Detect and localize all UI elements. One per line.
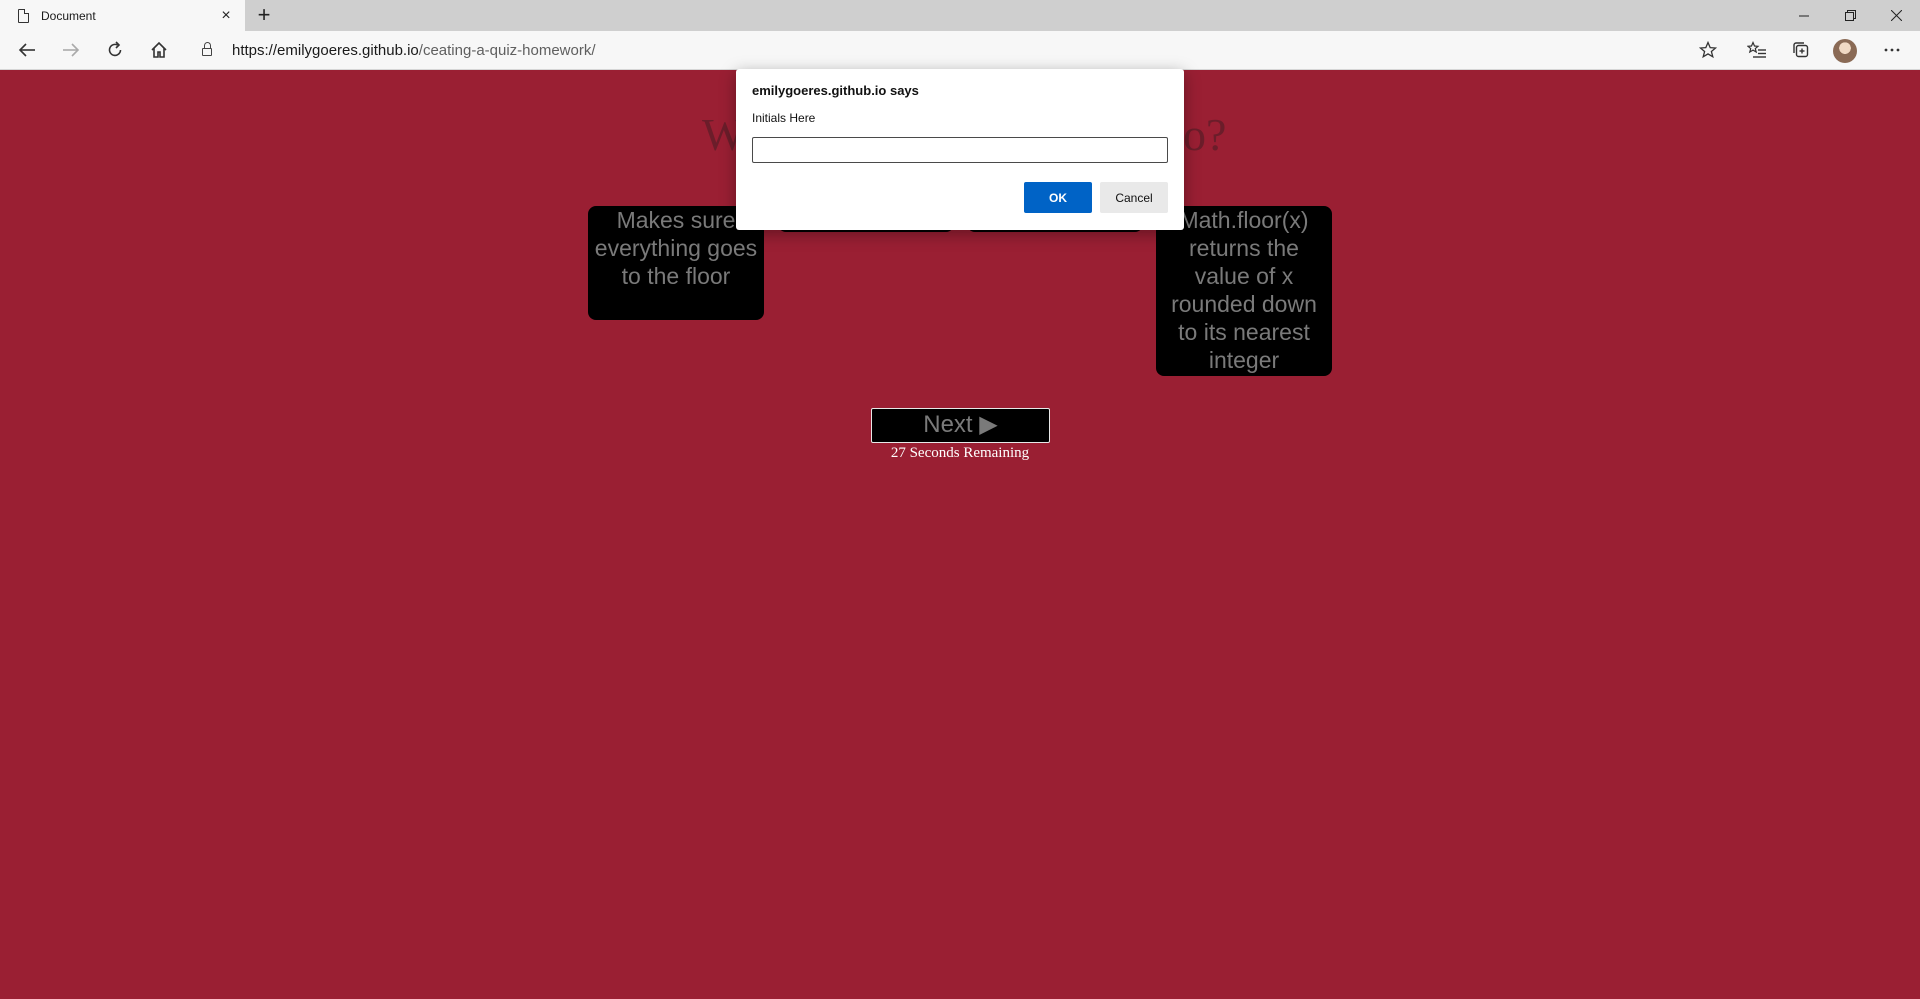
browser-toolbar: https://emilygoeres.github.io/ceating-a-…	[0, 31, 1920, 70]
tab-title: Document	[41, 8, 96, 23]
add-favorite-button[interactable]	[1693, 36, 1723, 64]
close-window-button[interactable]	[1873, 0, 1919, 31]
collections-button[interactable]	[1786, 36, 1816, 64]
dialog-message: Initials Here	[752, 111, 816, 125]
dialog-title: emilygoeres.github.io says	[752, 83, 919, 98]
refresh-button[interactable]	[100, 36, 130, 64]
url-path: /ceating-a-quiz-homework/	[418, 42, 596, 59]
restore-icon	[1844, 10, 1856, 21]
collections-icon	[1793, 42, 1809, 58]
ok-button[interactable]: OK	[1024, 182, 1092, 213]
tab-close-icon[interactable]: ×	[215, 7, 237, 24]
url-host: https://emilygoeres.github.io	[232, 42, 419, 59]
minimize-icon	[1799, 15, 1809, 16]
lock-icon	[202, 42, 212, 56]
refresh-icon	[108, 41, 122, 57]
answer-button-4[interactable]: Math.floor(x) returns the value of x rou…	[1156, 206, 1332, 376]
document-icon	[18, 8, 29, 23]
back-arrow-icon	[18, 43, 35, 57]
profile-avatar[interactable]	[1833, 39, 1857, 63]
tab-strip: Document × +	[0, 0, 1920, 31]
timer-text: 27 Seconds Remaining	[890, 445, 1030, 461]
close-icon	[1890, 10, 1902, 21]
forward-button[interactable]	[56, 36, 86, 64]
home-button[interactable]	[144, 36, 174, 64]
restore-button[interactable]	[1827, 0, 1873, 31]
browser-tab[interactable]: Document ×	[0, 0, 245, 31]
minimize-button[interactable]	[1781, 0, 1827, 31]
favorites-button[interactable]	[1742, 36, 1772, 64]
home-icon	[151, 41, 167, 58]
more-button[interactable]	[1877, 36, 1907, 64]
address-bar[interactable]: https://emilygoeres.github.io/ceating-a-…	[190, 35, 1726, 65]
question-visible-end: o?	[1183, 109, 1227, 160]
favorites-list-icon	[1747, 41, 1766, 58]
url-text: https://emilygoeres.github.io/ceating-a-…	[232, 42, 596, 59]
initials-input[interactable]	[752, 137, 1168, 163]
prompt-dialog: emilygoeres.github.io says Initials Here…	[736, 69, 1184, 230]
more-icon	[1884, 48, 1900, 52]
forward-arrow-icon	[63, 43, 80, 57]
new-tab-button[interactable]: +	[252, 4, 276, 28]
next-button[interactable]: Next ▶	[871, 408, 1050, 443]
cancel-button[interactable]: Cancel	[1100, 182, 1168, 213]
back-button[interactable]	[12, 36, 42, 64]
star-icon	[1699, 41, 1717, 59]
